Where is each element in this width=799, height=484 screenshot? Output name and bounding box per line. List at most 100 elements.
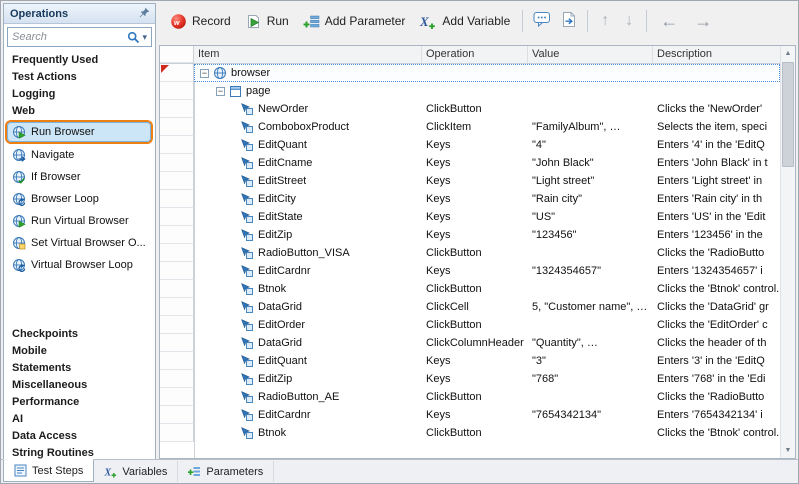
search-options-dropdown-icon[interactable]: ▾ bbox=[141, 33, 151, 42]
operation-run-virtual-browser[interactable]: Run Virtual Browser bbox=[4, 210, 155, 232]
collapse-toggle[interactable]: − bbox=[216, 87, 225, 96]
cell-description: Enters '7654342134' i bbox=[653, 406, 780, 424]
record-button[interactable]: w Record bbox=[163, 8, 238, 35]
test-step-row[interactable]: BtnokClickButtonClicks the 'Btnok' contr… bbox=[160, 280, 780, 298]
test-step-row[interactable]: EditZipKeys"768"Enters '768' in the 'Edi bbox=[160, 370, 780, 388]
category-statements[interactable]: Statements bbox=[4, 360, 155, 377]
svg-text:X: X bbox=[104, 468, 112, 479]
item-name: RadioButton_AE bbox=[258, 388, 339, 406]
test-step-row[interactable]: EditCnameKeys"John Black"Enters 'John Bl… bbox=[160, 154, 780, 172]
category-ai[interactable]: AI bbox=[4, 411, 155, 428]
decrease-indent-button[interactable]: ← bbox=[652, 12, 686, 30]
category-logging[interactable]: Logging bbox=[4, 86, 155, 103]
cell-operation: Keys bbox=[422, 190, 528, 208]
test-step-row[interactable]: EditZipKeys"123456"Enters '123456' in th… bbox=[160, 226, 780, 244]
test-step-row[interactable]: EditOrderClickButtonClicks the 'EditOrde… bbox=[160, 316, 780, 334]
item-name: EditStreet bbox=[258, 172, 306, 190]
column-header-item[interactable]: Item bbox=[194, 46, 422, 63]
category-label: String Routines bbox=[12, 447, 94, 459]
column-header-value[interactable]: Value bbox=[528, 46, 653, 63]
add-description-button[interactable] bbox=[556, 6, 582, 36]
test-step-row[interactable]: EditQuantKeys"3"Enters '3' in the 'EditQ bbox=[160, 352, 780, 370]
operation-run-browser[interactable]: Run Browser bbox=[7, 122, 151, 142]
column-header-operation[interactable]: Operation bbox=[422, 46, 528, 63]
tab-variables[interactable]: XVariables bbox=[94, 461, 178, 482]
cell-description: Clicks the 'RadioButto bbox=[653, 244, 780, 262]
test-step-row[interactable]: EditCityKeys"Rain city"Enters 'Rain city… bbox=[160, 190, 780, 208]
cell-description: Enters 'John Black' in t bbox=[653, 154, 780, 172]
operation-navigate[interactable]: Navigate bbox=[4, 144, 155, 166]
operation-if-browser[interactable]: If Browser bbox=[4, 166, 155, 188]
item-name: page bbox=[246, 82, 270, 100]
cell-item: EditQuant bbox=[194, 352, 422, 370]
category-web[interactable]: Web bbox=[4, 103, 155, 120]
cell-operation: Keys bbox=[422, 136, 528, 154]
pin-icon[interactable] bbox=[139, 7, 150, 21]
test-step-row[interactable]: EditCardnrKeys"1324354657"Enters '132435… bbox=[160, 262, 780, 280]
test-step-row[interactable]: EditQuantKeys"4"Enters '4' in the 'EditQ bbox=[160, 136, 780, 154]
add-variable-icon: X bbox=[419, 13, 437, 30]
add-parameter-button[interactable]: Add Parameter bbox=[296, 8, 413, 35]
category-miscellaneous[interactable]: Miscellaneous bbox=[4, 377, 155, 394]
browser-loop-icon bbox=[12, 192, 26, 206]
category-string-routines[interactable]: String Routines bbox=[4, 445, 155, 460]
tab-test-steps[interactable]: Test Steps bbox=[3, 459, 94, 482]
cell-value: "7654342134" bbox=[528, 406, 653, 424]
category-mobile[interactable]: Mobile bbox=[4, 343, 155, 360]
move-down-button[interactable]: ↓ bbox=[617, 13, 641, 29]
operation-set-virtual-browser-o[interactable]: Set Virtual Browser O... bbox=[4, 232, 155, 254]
scrollbar-up-arrow[interactable]: ▲ bbox=[781, 46, 795, 61]
cell-value bbox=[528, 244, 653, 262]
scrollbar-thumb[interactable] bbox=[782, 62, 794, 167]
toolbar-separator bbox=[587, 10, 588, 32]
category-data-access[interactable]: Data Access bbox=[4, 428, 155, 445]
test-step-row[interactable]: −browser bbox=[160, 64, 780, 82]
test-step-row[interactable]: ComboboxProductClickItem"FamilyAlbum", …… bbox=[160, 118, 780, 136]
search-icon[interactable] bbox=[126, 31, 141, 44]
test-step-row[interactable]: NewOrderClickButtonClicks the 'NewOrder' bbox=[160, 100, 780, 118]
move-up-button[interactable]: ↑ bbox=[593, 13, 617, 29]
gutter-header bbox=[160, 46, 194, 63]
column-header-description[interactable]: Description bbox=[653, 46, 780, 63]
run-button[interactable]: Run bbox=[238, 8, 296, 35]
cell-operation: ClickCell bbox=[422, 298, 528, 316]
increase-indent-button[interactable]: → bbox=[686, 12, 720, 30]
cell-description: Enters 'Rain city' in th bbox=[653, 190, 780, 208]
add-comment-button[interactable] bbox=[528, 6, 556, 36]
operation-browser-loop[interactable]: Browser Loop bbox=[4, 188, 155, 210]
scrollbar-down-arrow[interactable]: ▼ bbox=[781, 443, 795, 458]
category-frequently-used[interactable]: Frequently Used bbox=[4, 52, 155, 69]
cell-description bbox=[653, 64, 780, 82]
row-gutter bbox=[160, 226, 194, 244]
bottom-tabs: Test StepsXVariablesParameters bbox=[1, 459, 798, 483]
category-label: AI bbox=[12, 413, 23, 425]
category-performance[interactable]: Performance bbox=[4, 394, 155, 411]
test-step-row[interactable]: RadioButton_VISAClickButtonClicks the 'R… bbox=[160, 244, 780, 262]
test-step-row[interactable]: EditCardnrKeys"7654342134"Enters '765434… bbox=[160, 406, 780, 424]
category-label: Frequently Used bbox=[12, 54, 98, 66]
onscreen-object-icon bbox=[240, 138, 254, 152]
cell-item: EditZip bbox=[194, 226, 422, 244]
onscreen-object-icon bbox=[240, 372, 254, 386]
cell-item: EditState bbox=[194, 208, 422, 226]
collapse-toggle[interactable]: − bbox=[200, 69, 209, 78]
cell-operation: Keys bbox=[422, 352, 528, 370]
test-step-row[interactable]: EditStateKeys"US"Enters 'US' in the 'Edi… bbox=[160, 208, 780, 226]
category-checkpoints[interactable]: Checkpoints bbox=[4, 326, 155, 343]
category-test-actions[interactable]: Test Actions bbox=[4, 69, 155, 86]
test-steps-grid: Item Operation Value Description −browse… bbox=[159, 45, 796, 459]
vertical-scrollbar[interactable]: ▲ ▼ bbox=[780, 46, 795, 458]
tab-parameters[interactable]: Parameters bbox=[178, 461, 274, 482]
test-step-row[interactable]: RadioButton_AEClickButtonClicks the 'Rad… bbox=[160, 388, 780, 406]
test-step-row[interactable]: − page bbox=[160, 82, 780, 100]
add-variable-button[interactable]: X Add Variable bbox=[412, 8, 517, 35]
row-gutter bbox=[160, 280, 194, 298]
test-step-row[interactable]: DataGridClickColumnHeader"Quantity", …Cl… bbox=[160, 334, 780, 352]
cell-operation: Keys bbox=[422, 262, 528, 280]
row-gutter bbox=[160, 334, 194, 352]
search-input[interactable] bbox=[8, 31, 126, 43]
test-step-row[interactable]: EditStreetKeys"Light street"Enters 'Ligh… bbox=[160, 172, 780, 190]
test-step-row[interactable]: BtnokClickButtonClicks the 'Btnok' contr… bbox=[160, 424, 780, 442]
operation-virtual-browser-loop[interactable]: Virtual Browser Loop bbox=[4, 254, 155, 276]
test-step-row[interactable]: DataGridClickCell5, "Customer name", …Cl… bbox=[160, 298, 780, 316]
